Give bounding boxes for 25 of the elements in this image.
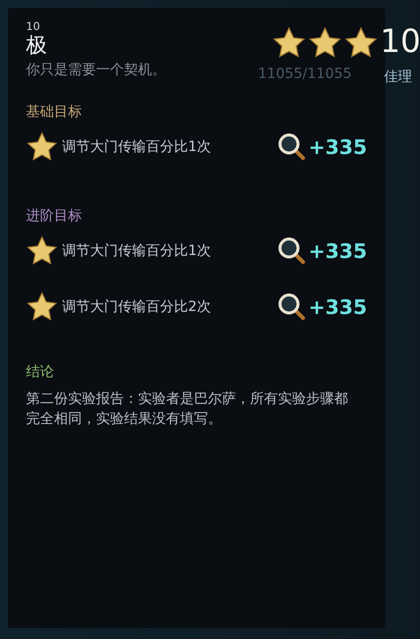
star-icon	[272, 26, 306, 60]
star-icon	[308, 26, 342, 60]
star-icon	[344, 26, 378, 60]
conclusion-text: 第二份实验报告：实验者是巴尔萨，所有实验步骤都完全相同，实验结果没有填写。	[26, 390, 348, 429]
section-title: 进阶目标	[26, 207, 82, 225]
level-number: 10	[26, 20, 40, 33]
counter-text: 11055/11055	[258, 66, 352, 82]
subtitle: 你只是需要一个契机。	[26, 61, 166, 79]
star-icon	[26, 131, 58, 163]
reward-value: +335	[308, 135, 367, 159]
reward-value: +335	[308, 295, 367, 319]
score: 10	[380, 22, 420, 60]
goal-text: 调节大门传输百分比2次	[62, 298, 212, 316]
reward-value: +335	[308, 239, 367, 263]
section-title: 基础目标	[26, 103, 82, 121]
star-icon	[26, 235, 58, 267]
tag-text: 佳理	[384, 68, 412, 86]
magnifier-icon	[278, 133, 306, 161]
goal-text: 调节大门传输百分比1次	[62, 242, 212, 260]
magnifier-icon	[278, 237, 306, 265]
conclusion-title: 结论	[26, 363, 55, 381]
goal-text: 调节大门传输百分比1次	[62, 138, 212, 156]
title: 极	[26, 33, 47, 57]
magnifier-icon	[278, 293, 306, 321]
star-icon	[26, 291, 58, 323]
